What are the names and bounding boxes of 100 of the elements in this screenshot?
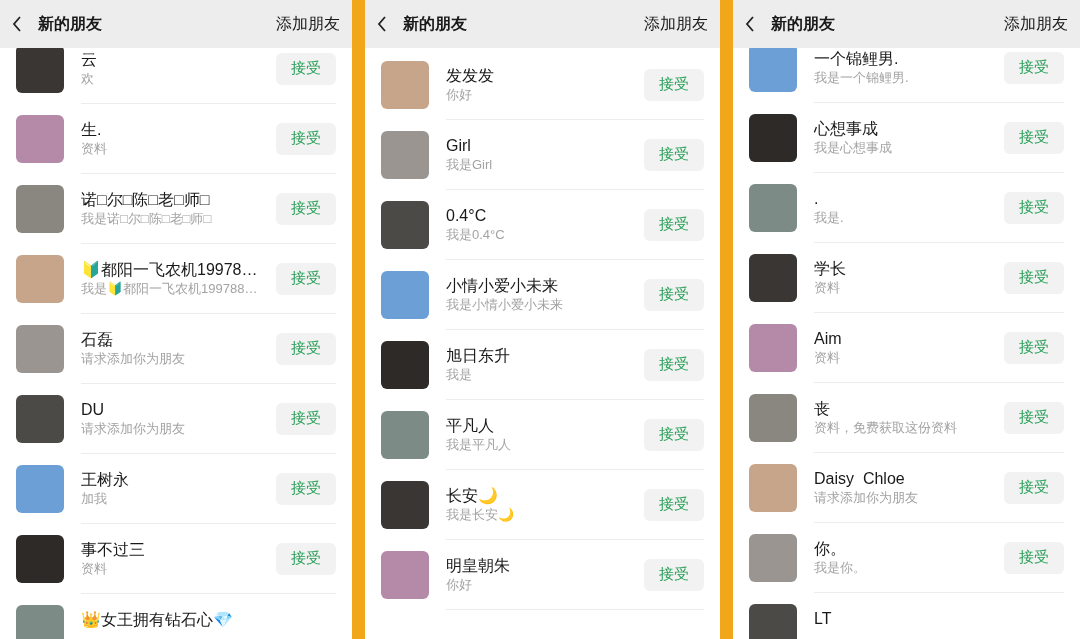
accept-button[interactable]: 接受 xyxy=(276,542,336,575)
accept-button[interactable]: 接受 xyxy=(1004,541,1064,574)
accept-button[interactable]: 接受 xyxy=(276,192,336,225)
avatar-photo-placeholder xyxy=(16,325,64,373)
avatar-photo-placeholder xyxy=(381,61,429,109)
contact-name: 心想事成 xyxy=(814,119,879,139)
avatar-photo-placeholder xyxy=(16,395,64,443)
contact-name: 发发发 xyxy=(446,66,495,86)
avatar-photo-placeholder xyxy=(16,255,64,303)
contact-name: 云 xyxy=(81,50,98,70)
back-chevron-icon[interactable] xyxy=(12,16,22,32)
accept-button[interactable]: 接受 xyxy=(276,332,336,365)
accept-button[interactable]: 接受 xyxy=(644,558,704,591)
request-message: 我是平凡人 xyxy=(446,436,512,454)
contact-name: . xyxy=(814,189,820,209)
avatar-photo-placeholder xyxy=(381,551,429,599)
request-message: 请求添加你为朋友 xyxy=(81,420,186,438)
contact-name: 学长 xyxy=(814,259,847,279)
accept-button[interactable]: 接受 xyxy=(1004,51,1064,84)
request-message: 资料，免费获取这份资料 xyxy=(814,419,958,437)
accept-button[interactable]: 接受 xyxy=(276,402,336,435)
request-message: 欢 xyxy=(81,70,95,88)
contact-name: LT xyxy=(814,609,833,629)
request-message: 资料 xyxy=(81,560,108,578)
accept-button[interactable]: 接受 xyxy=(276,262,336,295)
avatar-photo-placeholder xyxy=(749,114,797,162)
avatar-photo-placeholder xyxy=(16,465,64,513)
contact-name: 🔰都阳一飞农机19978… xyxy=(81,260,259,280)
avatar-photo-placeholder xyxy=(381,341,429,389)
accept-button[interactable]: 接受 xyxy=(276,122,336,155)
contact-name: Girl xyxy=(446,136,472,156)
request-message: 我是Girl xyxy=(446,156,494,174)
avatar-photo-placeholder xyxy=(381,131,429,179)
accept-button[interactable]: 接受 xyxy=(644,348,704,381)
accept-button[interactable]: 接受 xyxy=(1004,191,1064,224)
avatar-photo-placeholder xyxy=(749,534,797,582)
request-message: 请求添加你为朋友 xyxy=(81,350,186,368)
avatar-photo-placeholder xyxy=(749,254,797,302)
contact-name: 0.4°C xyxy=(446,206,488,226)
contact-name: 丧 xyxy=(814,399,831,419)
avatar-photo-placeholder xyxy=(16,535,64,583)
add-friends-link[interactable]: 添加朋友 xyxy=(276,12,340,36)
accept-button[interactable]: 接受 xyxy=(1004,261,1064,294)
accept-button[interactable]: 接受 xyxy=(276,52,336,85)
avatar-photo-placeholder xyxy=(16,115,64,163)
avatar-photo-placeholder xyxy=(749,604,797,639)
accept-button[interactable]: 接受 xyxy=(644,488,704,521)
request-message: 资料 xyxy=(814,279,841,297)
avatar-photo-placeholder xyxy=(749,324,797,372)
avatar-photo-placeholder xyxy=(16,605,64,639)
request-message: 资料 xyxy=(814,349,841,367)
request-message: 你好 xyxy=(446,576,473,594)
avatar-photo-placeholder xyxy=(16,185,64,233)
back-chevron-icon[interactable] xyxy=(377,16,387,32)
request-message: 我是心想事成 xyxy=(814,139,893,157)
contact-name: 明皇朝朱 xyxy=(446,556,511,576)
accept-button[interactable]: 接受 xyxy=(1004,331,1064,364)
contact-name: 小情小爱小未来 xyxy=(446,276,559,296)
contact-name: 一个锦鲤男. xyxy=(814,49,900,69)
request-message: 加我 xyxy=(81,490,108,508)
contact-name: 👑女王拥有钻石心💎 xyxy=(81,610,234,630)
page-title: 新的朋友 xyxy=(403,14,467,34)
accept-button[interactable]: 接受 xyxy=(644,68,704,101)
accept-button[interactable]: 接受 xyxy=(644,278,704,311)
request-message: 请求添加你为朋友 xyxy=(814,489,919,507)
avatar-photo-placeholder xyxy=(381,201,429,249)
avatar-photo-placeholder xyxy=(749,464,797,512)
accept-button[interactable]: 接受 xyxy=(276,472,336,505)
accept-button[interactable]: 接受 xyxy=(644,208,704,241)
request-message: 我是. xyxy=(814,209,845,227)
avatar-photo-placeholder xyxy=(749,394,797,442)
request-message: 我是你。 xyxy=(814,559,867,577)
back-chevron-icon[interactable] xyxy=(745,16,755,32)
contact-name: 平凡人 xyxy=(446,416,495,436)
accept-button[interactable]: 接受 xyxy=(1004,471,1064,504)
page-title: 新的朋友 xyxy=(771,14,835,34)
contact-name: 诺□尔□陈□老□师□ xyxy=(81,190,211,210)
accept-button[interactable]: 接受 xyxy=(1004,121,1064,154)
accept-button[interactable]: 接受 xyxy=(644,418,704,451)
avatar-photo-placeholder xyxy=(381,411,429,459)
avatar-photo-placeholder xyxy=(16,48,64,93)
request-message: 我是长安🌙 xyxy=(446,506,515,524)
avatar-photo-placeholder xyxy=(749,48,797,92)
contact-name: 你。 xyxy=(814,539,847,559)
contact-name: Aim xyxy=(814,329,843,349)
add-friends-link[interactable]: 添加朋友 xyxy=(1004,12,1068,36)
accept-button[interactable]: 接受 xyxy=(644,138,704,171)
contact-name: 事不过三 xyxy=(81,540,146,560)
request-message: 我是0.4°C xyxy=(446,226,506,244)
contact-name: 长安🌙 xyxy=(446,486,499,506)
avatar-photo-placeholder xyxy=(381,271,429,319)
avatar-photo-placeholder xyxy=(749,184,797,232)
accept-button[interactable]: 接受 xyxy=(1004,401,1064,434)
request-message: 你好 xyxy=(446,86,473,104)
contact-name: 王树永 xyxy=(81,470,130,490)
contact-name: Daisy Chloe xyxy=(814,469,906,489)
avatar-photo-placeholder xyxy=(381,481,429,529)
contact-name: DU xyxy=(81,400,106,420)
contact-name: 旭日东升 xyxy=(446,346,511,366)
add-friends-link[interactable]: 添加朋友 xyxy=(644,12,708,36)
